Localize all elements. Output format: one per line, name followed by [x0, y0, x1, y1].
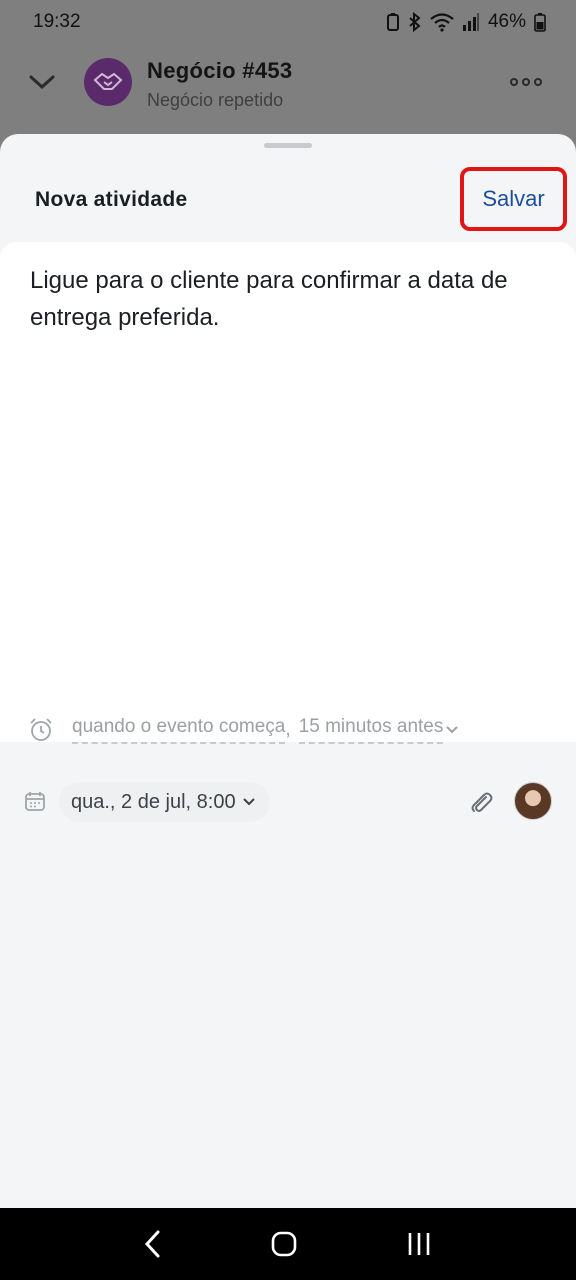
status-icons: 46%: [386, 11, 546, 33]
paperclip-icon[interactable]: [468, 789, 494, 815]
calendar-icon: [25, 792, 45, 811]
wifi-icon: [430, 13, 454, 32]
more-options-icon[interactable]: [510, 78, 542, 86]
navigation-bar: [0, 1208, 576, 1280]
handshake-icon: [84, 58, 132, 106]
activity-editor: Ligue para o cliente para confirmar a da…: [0, 242, 576, 822]
recent-apps-icon[interactable]: [405, 1230, 433, 1258]
deal-subtitle: Negócio repetido: [147, 90, 284, 110]
battery-percent: 46%: [487, 11, 526, 32]
back-icon[interactable]: [143, 1229, 163, 1259]
reminder-offset[interactable]: 15 minutos antes: [298, 716, 444, 744]
chevron-down-icon[interactable]: [28, 72, 56, 92]
signal-icon: [462, 13, 479, 31]
avatar[interactable]: [514, 782, 552, 820]
date-picker-button[interactable]: qua., 2 de jul, 8:00: [59, 782, 270, 822]
chevron-down-icon: [446, 726, 459, 734]
chevron-down-icon: [242, 798, 255, 806]
status-time: 19:32: [33, 11, 81, 32]
sheet-header: Nova atividade Salvar: [0, 158, 576, 242]
battery-icon: [534, 13, 546, 32]
alarm-clock-icon: [30, 718, 52, 741]
bluetooth-icon: [409, 12, 421, 32]
new-activity-sheet: Nova atividade Salvar Ligue para o clien…: [0, 134, 576, 1208]
reminder-row[interactable]: quando o evento começa , 15 minutos ante…: [28, 712, 548, 748]
battery-saver-icon: [386, 13, 399, 31]
sheet-title: Nova atividade: [35, 188, 188, 211]
deal-header: Negócio #453 Negócio repetido: [0, 44, 576, 136]
home-icon[interactable]: [270, 1230, 298, 1258]
date-row: qua., 2 de jul, 8:00: [22, 782, 562, 822]
deal-title: Negócio #453: [147, 58, 293, 83]
reminder-when[interactable]: quando o evento começa: [72, 716, 286, 744]
note-textarea[interactable]: Ligue para o cliente para confirmar a da…: [30, 262, 550, 336]
sheet-grabber[interactable]: [264, 143, 312, 148]
date-label: qua., 2 de jul, 8:00: [71, 790, 236, 813]
status-bar: 19:32 46%: [0, 0, 576, 44]
save-button[interactable]: Salvar: [460, 167, 567, 231]
reminder-separator: ,: [285, 719, 291, 740]
reminder-text[interactable]: quando o evento começa , 15 minutos ante…: [72, 716, 459, 744]
